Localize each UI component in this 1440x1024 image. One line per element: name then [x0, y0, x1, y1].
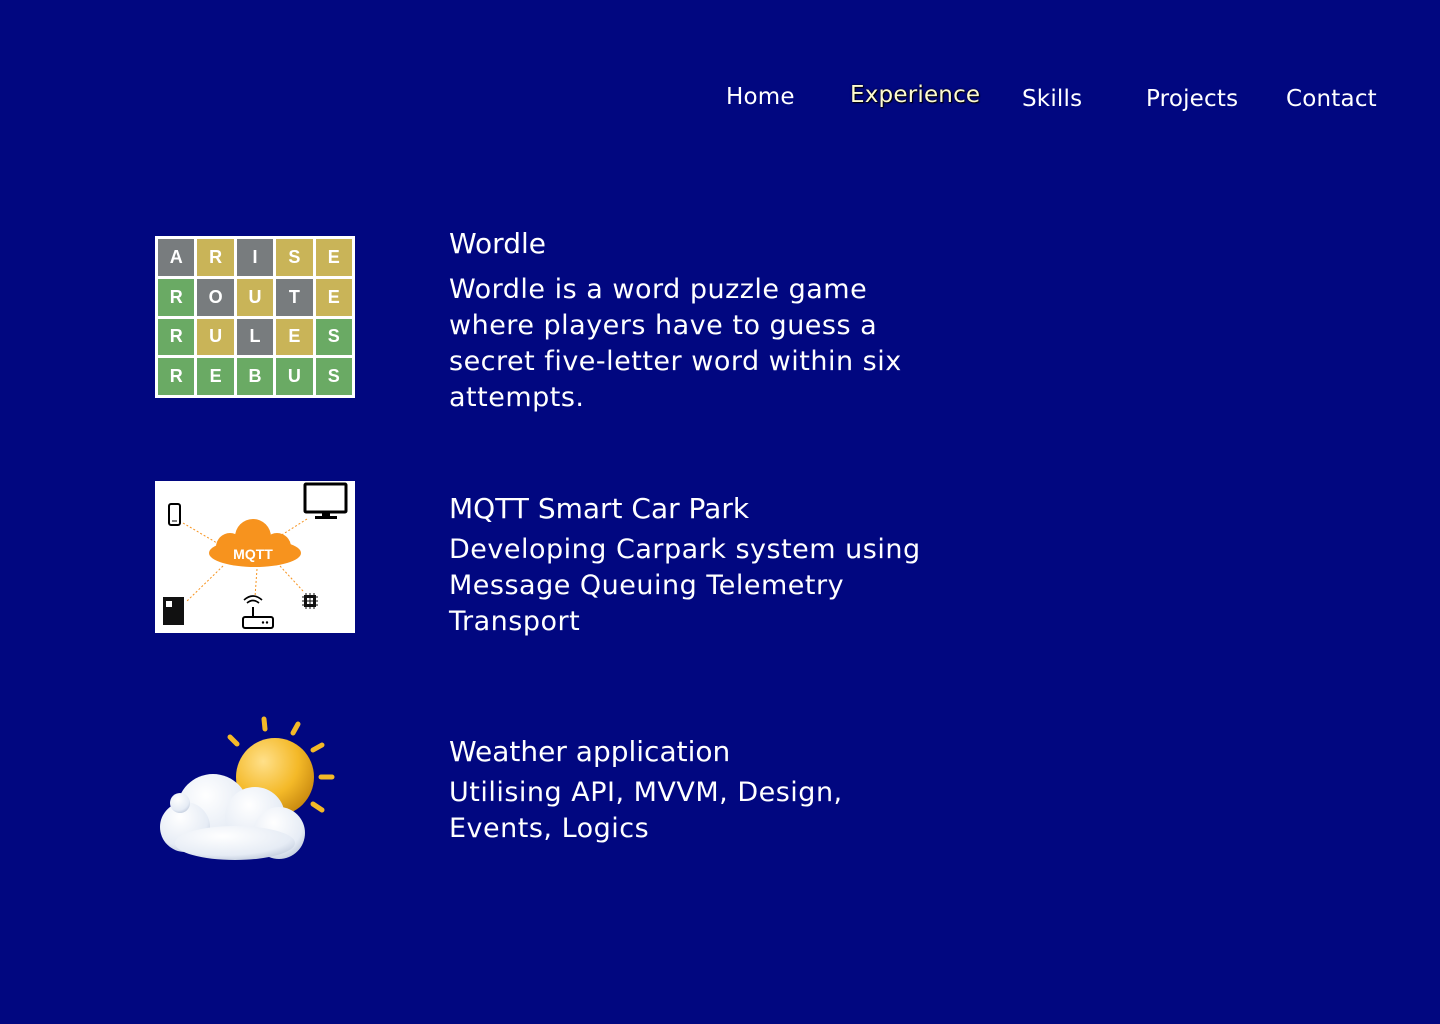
wordle-tile: S — [315, 358, 352, 395]
project-title-weather: Weather application — [449, 735, 731, 768]
wordle-tile: E — [315, 278, 352, 316]
mqtt-cloud-label: MQTT — [233, 546, 273, 562]
nav-contact-link[interactable]: Contact — [1286, 86, 1377, 112]
wordle-tile: S — [315, 318, 352, 356]
wordle-tile: E — [315, 239, 352, 276]
nav-experience-link[interactable]: Experience — [850, 82, 980, 108]
wordle-tile: A — [158, 239, 195, 276]
nav-projects-link[interactable]: Projects — [1146, 86, 1238, 112]
wordle-grid-image: ARISEROUTERULESREBUS — [155, 236, 355, 398]
wordle-tile: O — [197, 278, 234, 316]
project-title-wordle: Wordle — [449, 227, 546, 260]
wordle-tile: I — [236, 239, 274, 276]
chip-icon — [302, 593, 318, 609]
project-description-mqtt: Developing Carpark system using Message … — [449, 534, 921, 637]
sun-cloud-image — [160, 716, 335, 860]
wordle-tile: L — [236, 318, 274, 356]
mqtt-diagram-image: MQTT — [155, 481, 355, 633]
nav-home-link[interactable]: Home — [726, 84, 795, 110]
wordle-tile: R — [158, 358, 195, 395]
wordle-tile: R — [197, 239, 234, 276]
wordle-tile: E — [197, 358, 234, 395]
project-title-mqtt: MQTT Smart Car Park — [449, 492, 750, 525]
wordle-tile: S — [276, 239, 313, 276]
wordle-tile: R — [158, 318, 195, 356]
controller-icon — [163, 597, 184, 625]
wordle-tile: T — [276, 278, 313, 316]
project-description-wordle: Wordle is a word puzzle game where playe… — [449, 274, 902, 413]
wordle-tile: U — [236, 278, 274, 316]
nav-skills-link[interactable]: Skills — [1022, 86, 1082, 112]
wordle-tile: U — [197, 318, 234, 356]
wordle-tile: R — [158, 278, 195, 316]
wordle-tile: E — [276, 318, 313, 356]
wordle-tile: B — [236, 358, 274, 395]
wordle-tile: U — [276, 358, 313, 395]
project-description-weather: Utilising API, MVVM, Design, Events, Log… — [449, 777, 843, 844]
